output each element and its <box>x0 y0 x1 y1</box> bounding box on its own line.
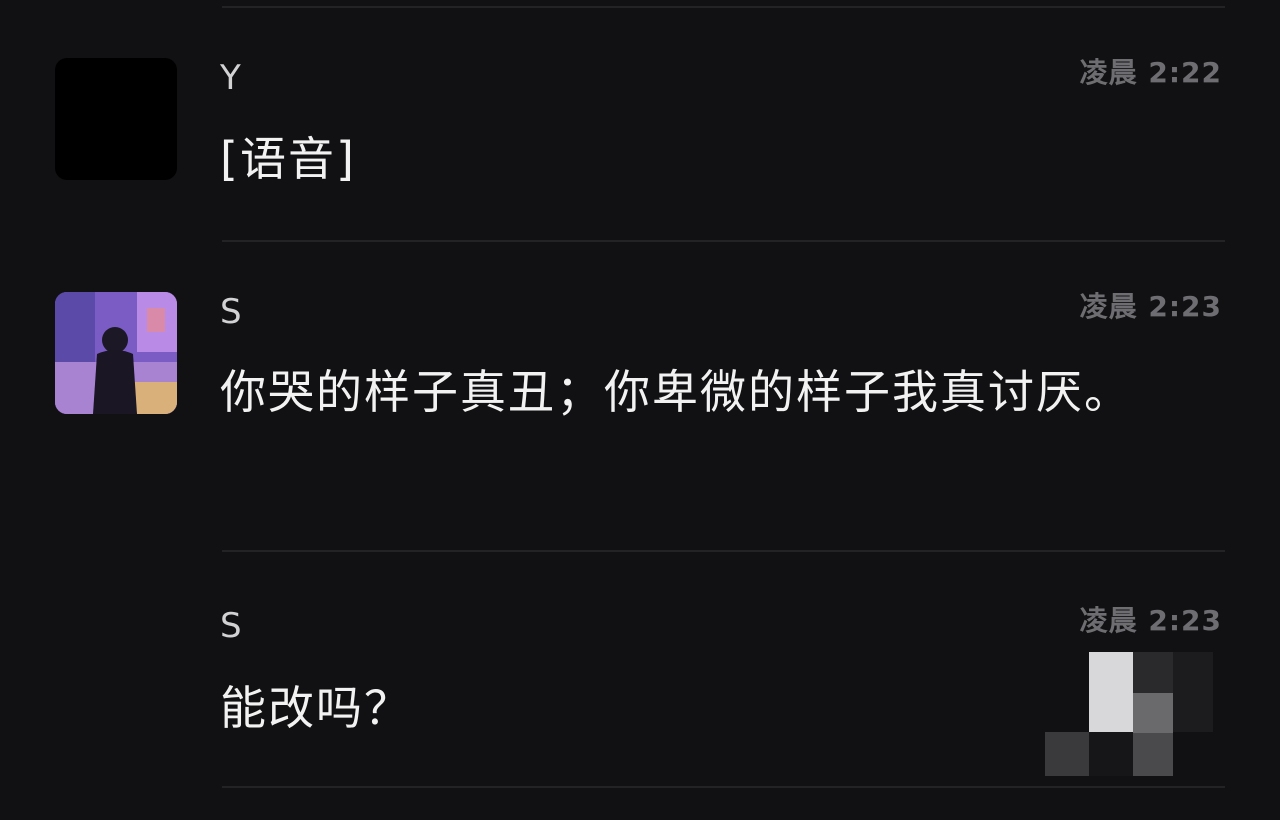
mosaic-tile <box>1045 732 1089 776</box>
mosaic-tile <box>1089 732 1133 776</box>
message-divider <box>222 240 1225 242</box>
sender-name: S <box>220 606 242 646</box>
message-text: 能改吗？ <box>220 681 412 735</box>
mosaic-tile <box>1133 733 1173 776</box>
message-time: 凌晨 2:22 <box>1079 56 1222 89</box>
message-divider <box>222 550 1225 552</box>
message-divider <box>222 786 1225 788</box>
mosaic-overlay <box>1045 627 1215 782</box>
avatar[interactable] <box>55 292 177 414</box>
message-time: 凌晨 2:23 <box>1079 290 1222 323</box>
mosaic-tile <box>1089 652 1133 732</box>
sender-name: Y <box>220 58 241 98</box>
avatar-photo <box>55 292 177 414</box>
mosaic-tile <box>1133 693 1173 733</box>
mosaic-tile <box>1173 652 1213 732</box>
message-divider <box>222 6 1225 8</box>
message-text: [语音] <box>220 132 356 186</box>
avatar[interactable] <box>55 58 177 180</box>
message-text: 你哭的样子真丑；你卑微的样子我真讨厌。 <box>220 365 1132 419</box>
mosaic-tile <box>1133 652 1173 693</box>
sender-name: S <box>220 292 242 332</box>
